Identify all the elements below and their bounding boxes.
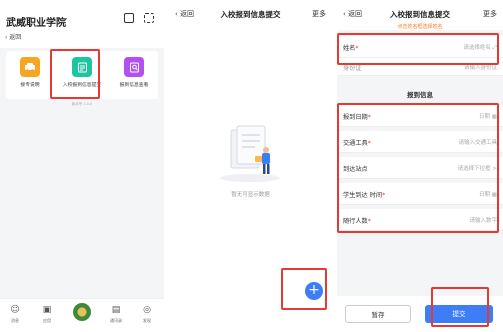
tab-messages[interactable]: ☺ 消息 <box>2 305 28 324</box>
form-footer: 暂存 提交 <box>337 296 503 332</box>
arrival-time-field[interactable]: 学生到达 时间* 日期 ▦ <box>337 183 503 205</box>
page-title: 入校报到信息提交 <box>220 10 281 19</box>
car-icon <box>20 57 40 77</box>
emblem-icon <box>73 303 91 321</box>
tab-apps[interactable]: ▣ 应用 <box>34 305 60 324</box>
version-text: 版本号 1.0.0 <box>71 102 93 106</box>
page-title: 入校报到信息提交 <box>390 10 450 19</box>
report-list-screen: ‹ 返回 入校报到信息提交 更多 暂无可显示数据 + <box>169 0 332 332</box>
more-button[interactable]: 更多 <box>312 9 326 19</box>
tile-label: 报到信息查看 <box>119 83 149 88</box>
field-label: 随行人数* <box>343 218 371 225</box>
name-field[interactable]: 姓名* 请选择姓名 ⤢ <box>337 36 503 58</box>
tile-label: 入校报到信息提交 <box>62 83 102 88</box>
hint-text: 点击姓名框选择姓名 <box>397 24 443 30</box>
school-name[interactable]: 武威职业学院 <box>6 14 66 29</box>
field-label: 交通工具* <box>343 140 371 147</box>
empty-illustration <box>215 120 285 186</box>
tab-discover[interactable]: ◎ 发现 <box>134 305 160 324</box>
station-field[interactable]: 到达站点 请选择下拉框 > <box>337 157 503 179</box>
bottom-tab-bar: ☺ 消息 ▣ 应用 ▤ 通讯录 ◎ 发现 <box>0 298 164 332</box>
transport-field[interactable]: 交通工具* 请输入交通工具 <box>337 131 503 153</box>
field-value: 请输入交通工具 <box>458 140 497 146</box>
tab-label: 应用 <box>43 318 51 323</box>
contacts-icon: ▤ <box>111 305 121 315</box>
app-home-screen: 武威职业学院 ⌄ ‹ 返回 接专说明 入校报到信息提交 报到信息查看 版本号 1… <box>0 0 164 332</box>
field-value: 日期 ▦ <box>479 114 497 120</box>
add-button[interactable]: + <box>305 282 323 300</box>
apps-icon: ▣ <box>42 305 52 315</box>
submit-button[interactable]: 提交 <box>425 305 493 323</box>
message-icon: ☺ <box>10 305 20 315</box>
nav-bar: ‹ 返回 入校报到信息提交 更多 点击姓名框选择姓名 <box>337 0 503 30</box>
empty-state-text: 暂无可显示数据 <box>231 192 270 198</box>
more-button[interactable]: 更多 <box>483 9 497 19</box>
tile-report-submit[interactable]: 入校报到信息提交 <box>58 57 106 88</box>
compass-icon: ◎ <box>143 305 151 315</box>
field-value: 请输入数字 <box>469 218 497 224</box>
tab-label: 发现 <box>143 318 151 323</box>
field-label: 身份证 <box>343 65 362 72</box>
report-date-field[interactable]: 报到日期* 日期 ▦ <box>337 105 503 127</box>
tile-report-view[interactable]: 报到信息查看 <box>110 57 158 88</box>
back-link[interactable]: ‹ 返回 <box>5 32 21 41</box>
idcard-field[interactable]: 身份证 请输入身份证 <box>337 58 503 76</box>
name-placeholder: 请选择姓名 ⤢ <box>463 45 497 51</box>
field-label: 学生到达 时间* <box>343 192 386 199</box>
field-label: 姓名* <box>343 45 359 52</box>
field-value: 日期 ▦ <box>479 192 497 198</box>
tab-label: 消息 <box>11 318 19 323</box>
tab-contacts[interactable]: ▤ 通讯录 <box>103 305 129 324</box>
tab-home[interactable] <box>69 303 95 321</box>
save-draft-button[interactable]: 暂存 <box>345 305 411 323</box>
scan-icon[interactable] <box>144 13 154 23</box>
tile-pickup-info[interactable]: 接专说明 <box>6 57 54 88</box>
field-value: 请选择下拉框 > <box>457 166 497 172</box>
section-title: 报到信息 <box>407 91 433 99</box>
form-icon <box>72 57 92 77</box>
field-label: 报到日期* <box>343 114 371 121</box>
document-icon <box>124 57 144 77</box>
app-grid: 接专说明 入校报到信息提交 报到信息查看 <box>6 51 158 99</box>
nav-bar: ‹ 返回 入校报到信息提交 更多 <box>169 0 332 30</box>
report-form-screen: ‹ 返回 入校报到信息提交 更多 点击姓名框选择姓名 姓名* 请选择姓名 ⤢ 身… <box>337 0 503 332</box>
home-header: 武威职业学院 ⌄ ‹ 返回 <box>0 0 164 48</box>
idcard-placeholder: 请输入身份证 <box>463 65 497 71</box>
chevron-down-icon[interactable]: ⌄ <box>62 13 69 22</box>
edit-icon[interactable] <box>124 13 134 23</box>
companions-field[interactable]: 随行人数* 请输入数字 <box>337 209 503 231</box>
tile-label: 接专说明 <box>20 83 40 88</box>
field-label: 到达站点 <box>343 166 368 173</box>
tab-label: 通讯录 <box>110 318 122 323</box>
